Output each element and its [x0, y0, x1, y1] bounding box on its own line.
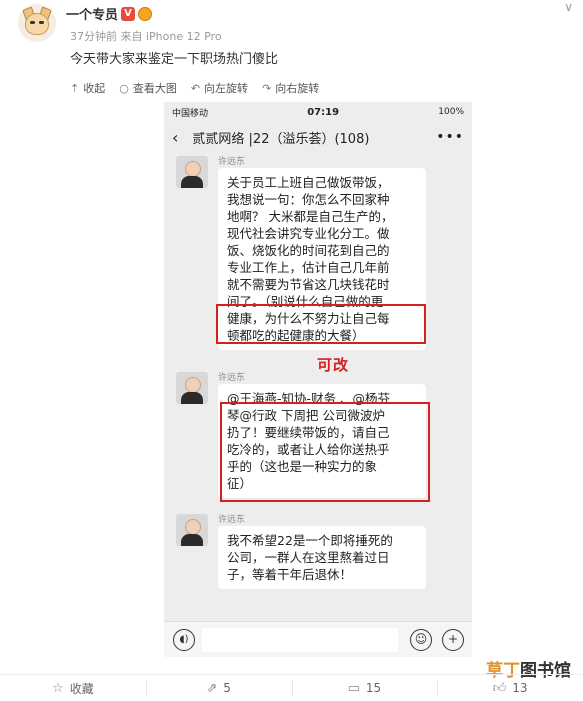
sender-name: 许远东: [218, 515, 246, 525]
message-line: 我想说一句：你怎么不回家种: [227, 192, 390, 207]
rotate-right-label: 向右旋转: [275, 82, 320, 95]
sender-avatar: [176, 514, 208, 546]
chat-nav: ‹ 贰贰网络 |22（溢乐荟）(108) •••: [164, 122, 472, 152]
message-line: 专业工作上，估计自己几年前: [227, 260, 390, 275]
phone-time: 07:19: [307, 106, 340, 118]
back-icon: ‹: [172, 127, 179, 147]
thumbs-up-icon: 👍︎: [492, 680, 507, 696]
highlight-box: [216, 304, 426, 344]
sender-name: 许远东: [218, 157, 246, 167]
view-large-label: 查看大图: [132, 82, 177, 95]
repost-count: 5: [223, 681, 231, 695]
star-icon: ☆: [52, 680, 64, 696]
comment-button[interactable]: ▭ 15: [291, 675, 438, 701]
message-line: 关于员工上班自己做饭带饭，: [227, 175, 390, 190]
sender-name: 许远东: [218, 373, 246, 383]
message-line: 饭、烧饭化的时间花到自己的: [227, 243, 390, 258]
arrow-up-icon: ⇡: [70, 81, 80, 95]
highlight-box: [220, 402, 430, 502]
collapse-button[interactable]: ⇡ 收起: [70, 80, 105, 96]
message-line: 子，等着干年后退休！: [227, 567, 353, 582]
favorite-button[interactable]: ☆ 收藏: [0, 675, 146, 701]
message-line: 现代社会讲究专业化分工。做: [227, 226, 390, 241]
rotate-right-button[interactable]: ↷ 向右旋转: [262, 80, 319, 96]
comment-count: 15: [365, 681, 382, 695]
image-toolbar: ⇡ 收起 ○ 查看大图 ↶ 向左旋转 ↷ 向右旋转: [70, 80, 319, 96]
post-meta: 37分钟前 来自 iPhone 12 Pro: [70, 30, 222, 43]
chevron-down-icon[interactable]: ∨: [564, 0, 573, 14]
sender-avatar: [176, 156, 208, 188]
like-count: 13: [512, 681, 528, 695]
post-text: 今天带大家来鉴定一下职场热门傻比: [70, 52, 279, 67]
rotate-left-icon: ↶: [190, 81, 201, 95]
plus-icon: +: [442, 629, 464, 651]
chat-title: 贰贰网络 |22（溢乐荟）(108): [192, 131, 370, 147]
more-icon: •••: [436, 129, 464, 145]
repost-icon: ⇗: [206, 680, 218, 696]
username[interactable]: 一个专员 V: [66, 4, 153, 23]
message-line: 我不希望22是一个即将捶死的: [227, 533, 393, 548]
phone-status-bar: 中国移动 07:19 100%: [164, 102, 472, 122]
carrier: 中国移动: [172, 108, 209, 119]
emoji-icon: ☺: [410, 629, 432, 651]
magnifier-icon: ○: [119, 81, 129, 95]
sender-avatar: [176, 372, 208, 404]
favorite-label: 收藏: [69, 681, 94, 696]
voice-icon: ◖): [173, 629, 195, 651]
message-line: 地啊？ 大米都是自己生产的，: [227, 209, 394, 224]
rotate-right-icon: ↷: [262, 81, 272, 95]
like-button[interactable]: 👍︎ 13: [437, 675, 583, 701]
message-bubble: 我不希望22是一个即将捶死的 公司，一群人在这里熬着过日 子，等着干年后退休！: [218, 526, 426, 589]
comment-icon: ▭: [347, 680, 360, 696]
collapse-label: 收起: [83, 82, 106, 95]
view-large-button[interactable]: ○ 查看大图: [119, 80, 177, 96]
rotate-left-button[interactable]: ↶ 向左旋转: [191, 80, 248, 96]
chat-input-bar: ◖) ☺ +: [164, 621, 472, 657]
message-line: 就不需要为节省这几块钱花时: [227, 277, 390, 292]
username-text[interactable]: 一个专员: [66, 4, 118, 23]
verified-badge-icon: V: [121, 6, 136, 21]
post-image[interactable]: 中国移动 07:19 100% ‹ 贰贰网络 |22（溢乐荟）(108) •••…: [164, 102, 472, 657]
chat-input-field: [202, 628, 398, 652]
post-actions: ☆ 收藏 ⇗ 5 ▭ 15 👍︎ 13: [0, 674, 583, 701]
rotate-left-label: 向左旋转: [204, 82, 249, 95]
message-line: 公司，一群人在这里熬着过日: [227, 550, 390, 565]
battery: 100%: [438, 107, 464, 117]
stamp-mark: 可改: [317, 356, 350, 374]
repost-button[interactable]: ⇗ 5: [145, 675, 292, 701]
user-avatar[interactable]: [18, 4, 56, 42]
medal-icon: [138, 6, 153, 21]
weibo-post: 一个专员 V ∨ 37分钟前 来自 iPhone 12 Pro 今天带大家来鉴定…: [0, 0, 583, 701]
